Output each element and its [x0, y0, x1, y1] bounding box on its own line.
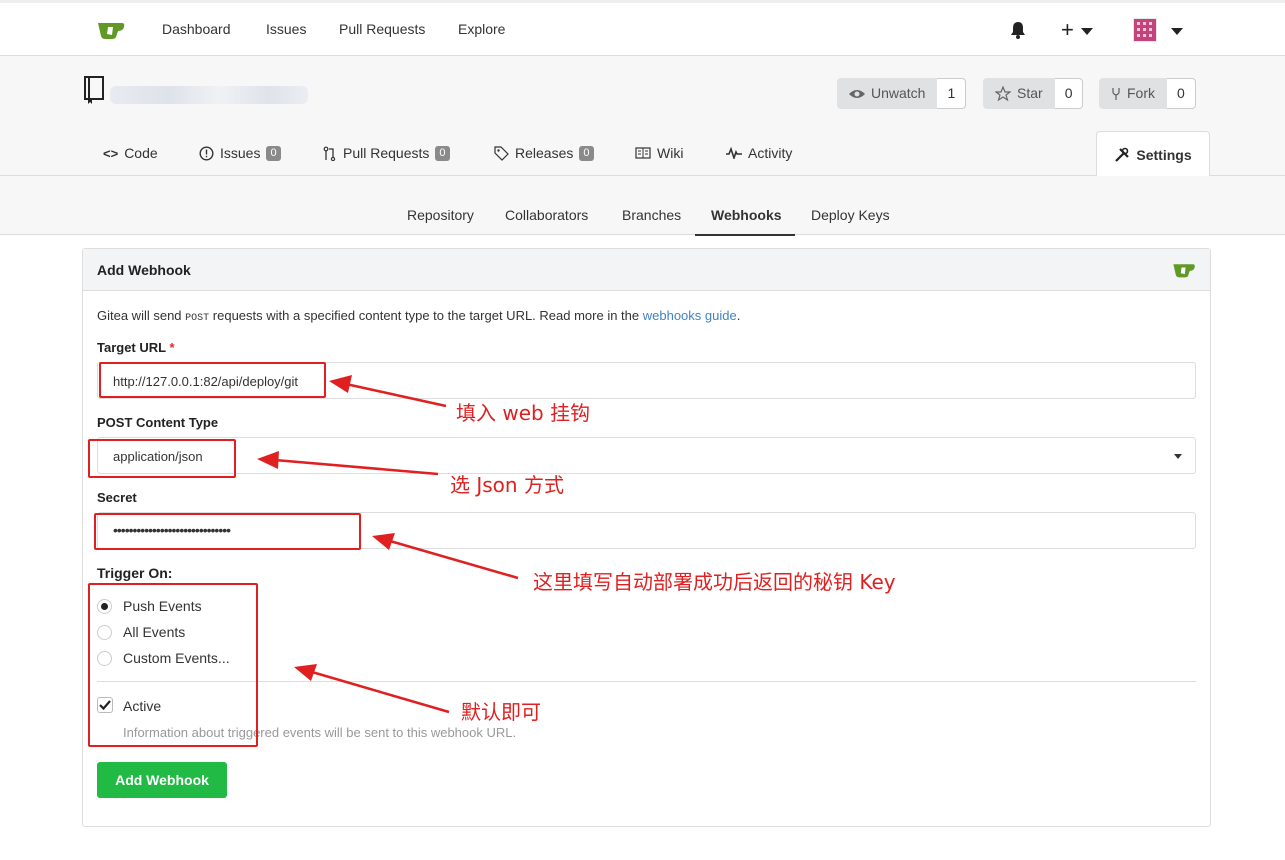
annotation-fill-webhook: 填入 web 挂钩: [456, 401, 591, 425]
annotation-secret-key: 这里填写自动部署成功后返回的秘钥 Key: [533, 570, 896, 594]
annotation-default: 默认即可: [461, 700, 541, 724]
annotation-arrows: [257, 375, 519, 714]
annotation-json: 选 Json 方式: [450, 473, 564, 497]
